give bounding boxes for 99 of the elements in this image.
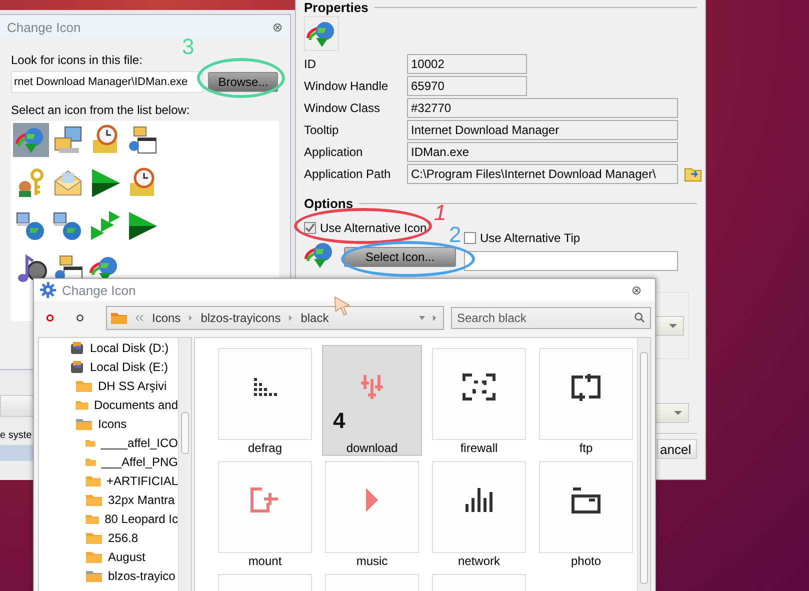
folder-icon	[110, 311, 128, 325]
tree-item[interactable]: Local Disk (E:)	[69, 357, 178, 376]
search-icon	[634, 312, 645, 323]
caret-icon	[669, 324, 677, 328]
close-icon[interactable]	[273, 22, 282, 32]
tree-item[interactable]: Local Disk (D:)	[69, 338, 178, 357]
tree-item[interactable]: ____affel_ICO	[85, 433, 178, 452]
scrollbar[interactable]	[637, 338, 650, 591]
field-label: Window Class	[304, 101, 382, 115]
window-icon	[126, 124, 158, 156]
tip-field[interactable]	[464, 251, 678, 271]
file-label: Look for icons in this file:	[11, 53, 144, 67]
arrows-icon	[89, 210, 121, 242]
field-value: C:\Program Files\Internet Download Manager\	[407, 164, 678, 184]
dotted-triangle-icon	[252, 376, 278, 398]
square-plus-icon	[571, 373, 601, 401]
bracket-frame-icon	[462, 373, 496, 401]
icon-tile[interactable]: music	[322, 458, 422, 569]
caret-icon	[674, 411, 682, 415]
music-icon	[15, 253, 47, 285]
icon-tile[interactable]: network	[429, 458, 529, 569]
tree-item[interactable]: 80 Leopard Ic	[85, 509, 178, 528]
tree-item[interactable]: DH SS Arşivi	[75, 376, 178, 395]
annotation-number: 2	[449, 224, 462, 246]
annotation-number: 1	[434, 202, 446, 224]
field-label: Application Path	[304, 167, 392, 181]
arrow-icon	[89, 167, 121, 199]
drive-icon	[69, 358, 85, 374]
tree-item[interactable]: +ARTIFICIAL	[85, 471, 178, 490]
browse-button[interactable]: Browse...	[208, 72, 278, 92]
scrollbar[interactable]	[178, 338, 191, 591]
gear-icon	[40, 282, 56, 298]
chevron-icon	[188, 315, 193, 321]
breadcrumb-item[interactable]: Icons	[152, 311, 181, 325]
back-button[interactable]	[46, 314, 54, 322]
folder-plus-icon	[250, 487, 280, 513]
network-icon	[15, 210, 47, 242]
computer-icon	[52, 124, 84, 156]
folder-icon	[571, 486, 601, 514]
address-bar[interactable]: Icons blzos-trayicons black	[106, 306, 444, 330]
check-icon	[305, 223, 315, 233]
tree-item[interactable]: Documents and	[75, 395, 178, 414]
folder-icon[interactable]	[684, 166, 702, 182]
field-label: Tooltip	[304, 123, 340, 137]
caret-icon[interactable]	[419, 316, 425, 320]
field-label: Window Handle	[304, 79, 390, 93]
field-value: 65970	[407, 76, 527, 96]
folder-icon	[75, 416, 93, 430]
field-value: 10002	[407, 54, 527, 74]
annotation-number: 3	[182, 36, 194, 58]
folder-icon	[85, 530, 103, 544]
arrows-icon	[359, 373, 385, 401]
play-icon	[364, 486, 380, 514]
arrow-icon	[126, 210, 158, 242]
icon-tile[interactable]: mount	[215, 458, 315, 569]
tree-item[interactable]: ___Affel_PNG	[85, 452, 178, 471]
icon-tile[interactable]: ftp	[536, 345, 636, 456]
folder-icon	[85, 474, 102, 488]
field-value: Internet Download Manager	[407, 120, 678, 140]
tree-item[interactable]: Icons	[75, 414, 178, 433]
chevron-icon	[136, 315, 144, 321]
drive-icon	[69, 340, 85, 356]
annotation-number: 4	[333, 410, 346, 432]
icon-list-label: Select an icon from the list below:	[11, 103, 191, 117]
breadcrumb-item[interactable]: black	[300, 311, 329, 325]
field-value: #32770	[407, 98, 678, 118]
search-field[interactable]: Search black	[451, 307, 651, 329]
checkbox[interactable]: Use Alternative Tip	[464, 231, 678, 245]
section-heading: Properties	[304, 0, 368, 15]
field-label: Application	[304, 145, 364, 159]
scroll-thumb[interactable]	[640, 352, 648, 584]
folder-icon	[75, 378, 93, 392]
field-value: IDMan.exe	[407, 142, 678, 162]
forward-button[interactable]	[76, 314, 84, 322]
signal-bars-icon	[465, 486, 493, 514]
section-heading: Options	[304, 196, 354, 211]
file-path-field[interactable]: rnet Download Manager\IDMan.exe	[11, 71, 204, 93]
window-title: Change Icon	[7, 20, 81, 34]
icon-tile[interactable]: firewall	[429, 345, 529, 456]
folder-icon	[85, 568, 103, 582]
scroll-thumb[interactable]	[181, 412, 189, 454]
tree-item[interactable]: August	[85, 547, 178, 566]
select-icon-button[interactable]: Select Icon...	[344, 247, 456, 267]
close-icon[interactable]	[632, 286, 641, 294]
window-title: Change Icon	[62, 282, 136, 298]
cancel-button[interactable]: ancel	[657, 439, 697, 459]
label-text: e syste	[0, 430, 33, 441]
tree-item[interactable]: 256.8	[85, 528, 178, 547]
folder-icon	[85, 550, 103, 564]
chevron-icon[interactable]	[433, 315, 437, 321]
network-icon	[52, 210, 84, 242]
icon-tile[interactable]: defrag	[215, 345, 315, 456]
tree-item[interactable]: blzos-trayico	[85, 566, 178, 585]
tree-item[interactable]: 32px Mantra	[85, 490, 178, 509]
folder-icon	[85, 492, 103, 506]
field-label: ID	[304, 57, 317, 71]
chevron-icon	[288, 315, 293, 321]
breadcrumb-item[interactable]: blzos-trayicons	[200, 311, 281, 325]
icon-tile[interactable]: photo	[536, 458, 636, 569]
